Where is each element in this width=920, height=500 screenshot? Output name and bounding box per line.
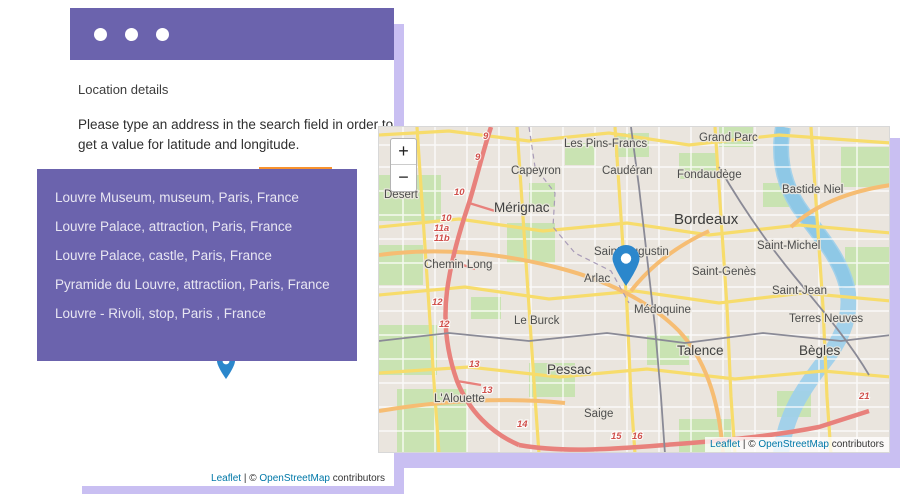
large-map-attribution: Leaflet | © OpenStreetMap contributors [705,437,889,452]
road-shield: 9 [475,152,481,163]
map-label: Le Burck [514,315,560,327]
map-label: Saint-Genès [692,266,756,278]
map-label: Saint-Michel [757,240,820,252]
road-shield: 21 [858,391,870,402]
road-shield: 12 [432,297,443,308]
road-shield: 10 [454,187,465,198]
suggestion-item-0[interactable]: Louvre Museum, museum, Paris, France [37,183,357,212]
large-map-marker[interactable] [611,245,641,287]
attrib-sep-large: | [740,439,749,450]
leaflet-link-small[interactable]: Leaflet [211,473,241,484]
help-text: Please type an address in the search fie… [78,117,394,152]
road-shield: 9 [483,131,489,142]
screen-root: 16e Arrondissement1er Arrondissement11e … [0,0,920,500]
map-label: Chemin Long [424,259,492,271]
map-label: Médoquine [634,304,691,316]
map-label: Terres Neuves [789,313,863,325]
map-label: Pessac [547,362,592,377]
osm-link-large[interactable]: OpenStreetMap [758,439,829,450]
map-label: Mérignac [494,200,550,215]
window-dot-red-icon[interactable] [94,27,107,41]
map-label: Saige [584,408,613,420]
zoom-in-button[interactable]: + [391,139,416,165]
suggestion-item-2[interactable]: Louvre Palace, castle, Paris, France [37,241,357,270]
section-label: Location details [78,82,169,97]
map-label: Bordeaux [674,211,739,228]
map-label: Capeyron [511,165,561,177]
osm-link-small[interactable]: OpenStreetMap [259,473,330,484]
map-label: Saint-Jean [772,285,827,297]
small-map-attribution: Leaflet | © OpenStreetMap contributors [206,471,390,486]
map-label: Caudéran [602,165,653,177]
map-label: Talence [677,343,724,358]
contributors-text-large: contributors [828,439,884,450]
autocomplete-dropdown[interactable]: Louvre Museum, museum, Paris, France Louv… [37,169,357,361]
large-map-tiles: Les Pins-Francs Grand Parc Capeyron Caudéra… [379,127,889,452]
small-map-marker[interactable] [216,358,236,380]
map-label: Grand Parc [699,132,758,144]
zoom-control[interactable]: + − [390,138,417,192]
attrib-sep-small: | [241,473,250,484]
window-dot-yellow-icon[interactable] [125,27,138,41]
contributors-text-small: contributors [329,473,385,484]
map-label: Bègles [799,343,841,358]
map-label: Bastide Niel [782,184,843,196]
road-shield: 13 [469,359,480,370]
road-shield: 15 [611,431,622,442]
suggestion-item-4[interactable]: Louvre - Rivoli, stop, Paris , France [37,299,357,328]
suggestion-item-1[interactable]: Louvre Palace, attraction, Paris, France [37,212,357,241]
large-map[interactable]: Les Pins-Francs Grand Parc Capeyron Caudéra… [378,126,890,453]
road-shield: 11b [434,233,450,244]
road-shield: 12 [439,319,450,330]
road-shield: 16 [632,431,643,442]
card-titlebar [70,8,394,60]
road-shield: 14 [517,419,528,430]
map-label: L'Alouette [434,393,485,405]
zoom-out-button[interactable]: − [391,165,416,191]
map-label: Les Pins-Francs [564,138,647,150]
map-label: Fondaudège [677,169,742,181]
copyright-symbol-small: © [249,473,260,484]
copyright-symbol-large: © [748,439,759,450]
window-dot-green-icon[interactable] [156,27,169,41]
map-label: Arlac [584,273,610,285]
suggestion-item-3[interactable]: Pyramide du Louvre, attractiion, Paris, … [37,270,357,299]
leaflet-link-large[interactable]: Leaflet [710,439,740,450]
road-shield: 13 [482,385,493,396]
